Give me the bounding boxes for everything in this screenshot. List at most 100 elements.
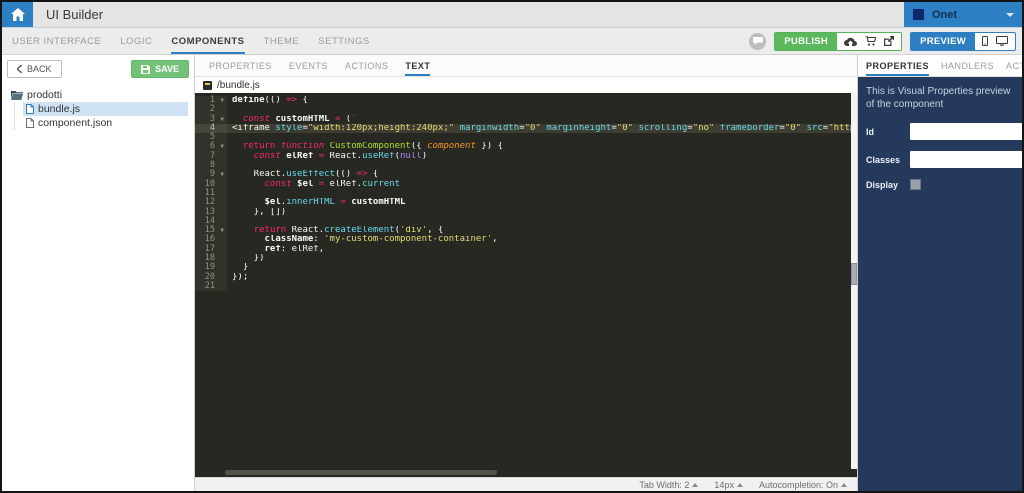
nav-tab-settings[interactable]: SETTINGS [318,28,370,54]
code-text: }); [232,272,249,282]
tree-item-label: component.json [38,117,113,129]
code-line-9: 9 ▼ React.useEffect(() => { [195,170,851,180]
app-selector-dropdown[interactable]: Onet [904,2,1022,27]
open-file-name: /bundle.js [217,79,260,91]
editor-pane: PROPERTIES EVENTS ACTIONS TEXT /bundle.js 1… [195,55,858,491]
breadcrumb: /bundle.js [195,77,857,93]
main-toolbar: USER INTERFACE LOGIC COMPONENTS THEME SETTIN… [2,28,1022,55]
code-text: ref: elRef, [264,244,325,254]
code-text: React.useEffect(() => { [232,170,379,180]
editor-tab-properties[interactable]: PROPERTIES [209,55,272,76]
code-text: className: 'my-custom-component-containe… [264,235,498,245]
code-line-6: 6 ▼ return function CustomComponent({ com… [195,142,851,152]
tree-item-label: bundle.js [38,103,81,115]
tree-item-bundle-js[interactable]: bundle.js [23,102,188,116]
tree-item-prodotti[interactable]: prodotti [8,88,188,102]
fold-toggle-icon[interactable]: ▼ [217,96,224,105]
publish-button[interactable]: PUBLISH [775,32,838,50]
fold-toggle-icon[interactable]: ▼ [217,226,224,235]
code-line-8: 8 [195,160,851,171]
code-text: return React.createElement('div', { [253,226,444,236]
fold-toggle-icon[interactable]: ▼ [217,142,224,151]
save-button[interactable]: SAVE [131,60,189,78]
code-text: $el.innerHTML = customHTML [264,198,406,208]
code-line-20: 20}); [195,272,851,282]
code-line-7: 7 const elRef = React.useRef(null) [195,151,851,162]
vertical-scrollbar-thumb[interactable] [851,263,857,285]
code-line-2: 2 [195,104,851,115]
editor-tab-text[interactable]: TEXT [405,55,431,76]
code-line-16: 16 className: 'my-custom-component-conta… [195,235,851,245]
status-dropdown-14px[interactable]: 14px [714,480,743,490]
properties-tab-handlers[interactable]: HANDLERS [941,55,994,76]
publish-icons [837,32,902,50]
top-bar: UI Builder Onet [2,2,1022,28]
back-button[interactable]: BACK [7,60,62,78]
code-text: } [232,263,249,273]
code-text: return function CustomComponent({ compon… [242,142,503,152]
monitor-icon[interactable] [996,36,1008,46]
nav-tab-components[interactable]: COMPONENTS [171,28,245,54]
app-window: UI Builder Onet USER INTERFACE LOGIC COMPO… [0,0,1024,493]
preview-button[interactable]: PREVIEW [911,32,975,50]
code-text: const elRef = React.useRef(null) [253,151,428,161]
content-area: BACK SAVE prodotti bundle.js component.jso… [2,55,1022,491]
file-tree: prodotti bundle.js component.json [2,84,194,134]
status-dropdown-tab-width[interactable]: Tab Width: 2 [639,480,699,490]
file-sidebar: BACK SAVE prodotti bundle.js component.jso… [2,55,195,491]
code-lines: 1 ▼ define(() => {2 3 ▼ const customHTML = (… [195,93,851,469]
horizontal-scrollbar-thumb[interactable] [225,470,497,475]
phone-icon[interactable] [982,36,988,46]
cart-icon[interactable] [865,36,877,46]
classes-field[interactable] [910,151,1022,168]
panel-description: This is Visual Properties preview of the… [866,86,1011,110]
editor-tab-events[interactable]: EVENTS [289,55,328,76]
tree-item-component-json[interactable]: component.json [23,116,188,130]
code-line-18: 18 }) [195,253,851,264]
properties-tab-properties[interactable]: PROPERTIES [866,55,930,76]
chat-button[interactable] [749,32,767,50]
chevron-up-icon [841,482,847,487]
editor-status-bar: Tab Width: 2 14px Autocompletion: On [195,477,857,491]
toolbar-actions: PUBLISH PREVIEW [749,31,1016,51]
cloud-upload-icon[interactable] [844,37,858,46]
code-line-21: 21 [195,281,851,292]
main-nav-tabs: USER INTERFACE LOGIC COMPONENTS THEME SETTIN… [12,28,370,54]
chevron-up-icon [736,482,743,487]
fold-toggle-icon[interactable]: ▼ [217,170,224,179]
code-text: }) [232,254,265,264]
nav-tab-logic[interactable]: LOGIC [120,28,152,54]
export-icon[interactable] [884,36,895,46]
fold-toggle-icon[interactable]: ▼ [217,115,224,124]
nav-tab-theme[interactable]: THEME [264,28,300,54]
app-selector-label: Onet [932,8,958,21]
home-button[interactable] [2,2,33,27]
nav-tab-user-interface[interactable]: USER INTERFACE [12,28,101,54]
code-text: const $el = elRef.current [264,179,400,189]
code-line-14: 14 [195,216,851,227]
field-row-classes: Classes [866,151,1022,168]
preview-icons [975,32,1015,50]
display-checkbox[interactable] [910,179,921,190]
gutter-line-number: 21 [195,281,227,292]
code-line-15: 15 ▼ return React.createElement('div', { [195,225,851,236]
field-label: Classes [866,154,901,165]
editor-tab-actions[interactable]: ACTIONS [345,55,389,76]
code-line-13: 13 }, []) [195,207,851,217]
status-dropdown-autocompletion[interactable]: Autocompletion: On [759,480,847,490]
tree-item-label: prodotti [27,89,63,101]
code-line-11: 11 [195,188,851,199]
properties-tab-actions[interactable]: ACTIONS [1006,55,1022,76]
code-editor[interactable]: 1 ▼ define(() => {2 3 ▼ const customHTML = (… [195,93,857,477]
home-icon [10,8,25,21]
file-icon [26,118,34,128]
properties-tab-bar: PROPERTIES HANDLERS ACTIONS [858,55,1022,77]
sidebar-actions: BACK SAVE [2,55,194,84]
folder-icon [11,90,23,100]
id-field[interactable] [910,123,1022,140]
code-line-12: 12 $el.innerHTML = customHTML [195,197,851,208]
